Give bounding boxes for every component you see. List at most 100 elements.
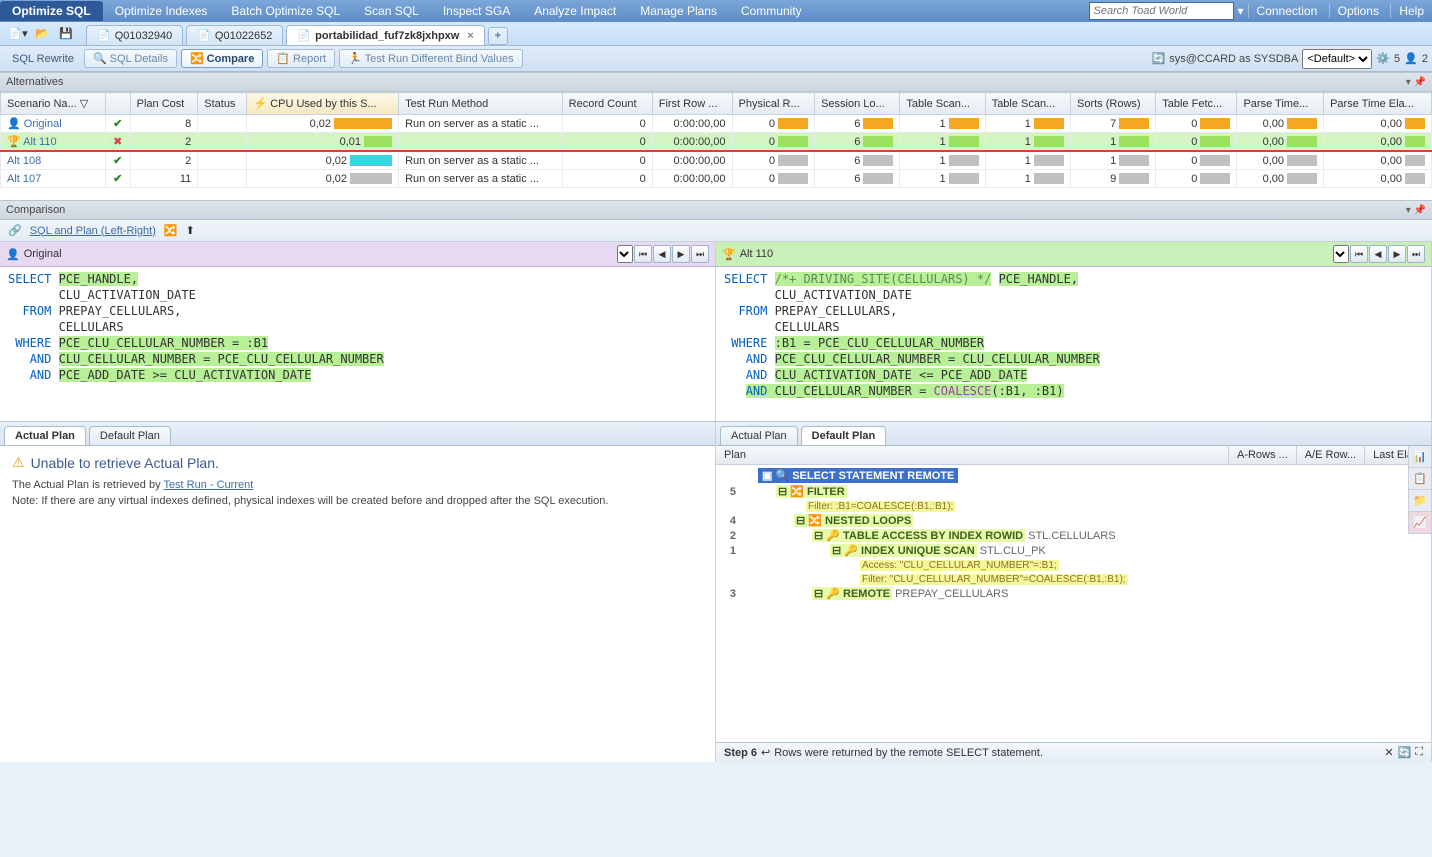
last-icon[interactable]: ⏭	[691, 245, 709, 263]
sql-right-pane: 🏆 Alt 110 ⏮ ◀ ▶ ⏭ SELECT /*+ DRIVING_SIT…	[716, 242, 1432, 421]
left-dropdown[interactable]	[617, 245, 633, 263]
plan-tree-node[interactable]: 5⊟ 🔀 FILTER	[718, 484, 1429, 499]
close-icon[interactable]: ×	[467, 30, 473, 42]
plan-tree-node[interactable]: ▣ 🔍 SELECT STATEMENT REMOTE	[718, 467, 1429, 484]
expand-icon[interactable]: ⛶	[1415, 746, 1423, 759]
view-title: SQL Rewrite	[4, 53, 82, 65]
plan-status-bar: Step 6 ↩ Rows were returned by the remot…	[716, 742, 1431, 762]
plan-tree[interactable]: ▣ 🔍 SELECT STATEMENT REMOTE5⊟ 🔀 FILTERFi…	[716, 465, 1431, 603]
grid-col-header[interactable]: Parse Time...	[1237, 93, 1324, 115]
grid-col-header[interactable]: Parse Time Ela...	[1324, 93, 1432, 115]
grid-row[interactable]: Alt 107✔110,02 Run on server as a static…	[1, 170, 1432, 188]
link-options[interactable]: Options	[1329, 4, 1387, 18]
first-icon[interactable]: ⏮	[634, 245, 652, 263]
plan-tree-node[interactable]: 3⊟ 🔑 REMOTE PREPAY_CELLULARS	[718, 586, 1429, 601]
next-icon[interactable]: ▶	[672, 245, 690, 263]
plan-error-heading: ⚠Unable to retrieve Actual Plan.	[12, 454, 703, 471]
tab-icon: 📄	[297, 29, 311, 42]
plan-tree-node[interactable]: 2⊟ 🔑 TABLE ACCESS BY INDEX ROWID STL.CEL…	[718, 528, 1429, 543]
menu-manage-plans[interactable]: Manage Plans	[628, 1, 729, 21]
menu-inspect-sga[interactable]: Inspect SGA	[431, 1, 522, 21]
grid-col-header[interactable]: Test Run Method	[399, 93, 563, 115]
prev-icon[interactable]: ◀	[1369, 245, 1387, 263]
collapse-icon[interactable]: ▾ 📌	[1406, 77, 1426, 88]
open-icon[interactable]: 📂	[32, 24, 52, 44]
side-btn-3[interactable]: 📁	[1409, 490, 1431, 512]
save-icon[interactable]: 💾	[56, 24, 76, 44]
next-icon[interactable]: ▶	[1388, 245, 1406, 263]
grid-col-header[interactable]: Status	[198, 93, 247, 115]
btn-report[interactable]: 📋Report	[267, 49, 335, 68]
plan-tree-node[interactable]: 1⊟ 🔑 INDEX UNIQUE SCAN STL.CLU_PK	[718, 543, 1429, 558]
right-dropdown[interactable]	[1333, 245, 1349, 263]
tab-actual-plan-left[interactable]: Actual Plan	[4, 426, 86, 445]
new-tab-button[interactable]: +	[488, 27, 508, 45]
test-run-link[interactable]: Test Run - Current	[163, 479, 253, 491]
comparison-toolbar: 🔗 SQL and Plan (Left-Right) 🔀 ⬆	[0, 220, 1432, 242]
swap-icon[interactable]: 🔀	[164, 224, 178, 237]
menu-analyze-impact[interactable]: Analyze Impact	[522, 1, 628, 21]
grid-col-header[interactable]: Physical R...	[732, 93, 815, 115]
btn-compare[interactable]: 🔀Compare	[181, 49, 263, 68]
profile-dropdown[interactable]: <Default>	[1302, 49, 1372, 69]
grid-col-header[interactable]: Table Scan...	[985, 93, 1070, 115]
stat-icon-2: 👤	[1404, 52, 1418, 65]
grid-row[interactable]: Alt 108✔20,02 Run on server as a static …	[1, 151, 1432, 170]
last-icon[interactable]: ⏭	[1407, 245, 1425, 263]
new-icon[interactable]: 📄▾	[8, 24, 28, 44]
plan-side-buttons: 📊 📋 📁 📈	[1408, 446, 1431, 534]
tab-default-plan-right[interactable]: Default Plan	[801, 426, 887, 445]
link-icon: 🔗	[8, 224, 22, 237]
side-btn-2[interactable]: 📋	[1409, 468, 1431, 490]
collapse-icon[interactable]: ▾ 📌	[1406, 205, 1426, 216]
menu-optimize-sql[interactable]: Optimize SQL	[0, 1, 103, 21]
prev-icon[interactable]: ◀	[653, 245, 671, 263]
stat-icon-1: ⚙️	[1376, 52, 1390, 65]
link-help[interactable]: Help	[1390, 4, 1432, 18]
plan-error-text2: Note: If there are any virtual indexes d…	[12, 495, 703, 507]
first-icon[interactable]: ⏮	[1350, 245, 1368, 263]
grid-col-header[interactable]: Sorts (Rows)	[1070, 93, 1155, 115]
side-btn-1[interactable]: 📊	[1409, 446, 1431, 468]
grid-col-header[interactable]: Record Count	[562, 93, 652, 115]
alternatives-grid: Scenario Na... ▽ Plan CostStatus⚡ CPU Use…	[0, 92, 1432, 200]
grid-col-header[interactable]: Session Lo...	[815, 93, 900, 115]
close-icon[interactable]: ✕	[1384, 746, 1393, 759]
refresh-icon[interactable]: 🔄	[1398, 746, 1412, 759]
grid-col-header[interactable]: Table Scan...	[900, 93, 985, 115]
search-input[interactable]	[1089, 2, 1234, 20]
trophy-icon: 🏆	[722, 248, 736, 261]
up-icon[interactable]: ⬆	[186, 224, 195, 237]
file-toolbar: 📄▾ 📂 💾 📄Q01032940 📄Q01022652 📄portabilid…	[0, 22, 1432, 46]
grid-col-header[interactable]: Scenario Na... ▽	[1, 93, 106, 115]
layout-link[interactable]: SQL and Plan (Left-Right)	[30, 225, 156, 237]
btn-test-run[interactable]: 🏃Test Run Different Bind Values	[339, 49, 523, 68]
sql-left-code[interactable]: SELECT PCE_HANDLE, CLU_ACTIVATION_DATE F…	[0, 267, 715, 421]
grid-col-header[interactable]: Plan Cost	[130, 93, 198, 115]
tab-actual-plan-right[interactable]: Actual Plan	[720, 426, 798, 445]
grid-row[interactable]: 👤 Original✔80,02 Run on server as a stat…	[1, 115, 1432, 133]
grid-row[interactable]: 🏆 Alt 110✖20,01 00:00:00,000 6 1 1 1 0 0…	[1, 133, 1432, 152]
grid-col-header[interactable]: Table Fetc...	[1156, 93, 1237, 115]
btn-sql-details[interactable]: 🔍SQL Details	[84, 49, 177, 68]
file-tab-1[interactable]: 📄Q01032940	[86, 25, 183, 45]
connection-status: sys@CCARD as SYSDBA	[1169, 53, 1298, 65]
plan-error-text1: The Actual Plan is retrieved by Test Run…	[12, 479, 703, 491]
menu-batch-optimize[interactable]: Batch Optimize SQL	[219, 1, 352, 21]
menu-optimize-indexes[interactable]: Optimize Indexes	[103, 1, 220, 21]
link-connection[interactable]: Connection	[1248, 4, 1326, 18]
menu-community[interactable]: Community	[729, 1, 814, 21]
grid-col-header[interactable]	[105, 93, 130, 115]
grid-col-header[interactable]: First Row ...	[652, 93, 732, 115]
file-tab-3[interactable]: 📄portabilidad_fuf7zk8jxhpxw×	[286, 25, 484, 45]
sql-right-code[interactable]: SELECT /*+ DRIVING_SITE(CELLULARS) */ PC…	[716, 267, 1431, 421]
plan-tree-node[interactable]: 4⊟ 🔀 NESTED LOOPS	[718, 513, 1429, 528]
file-tab-2[interactable]: 📄Q01022652	[186, 25, 283, 45]
side-btn-4[interactable]: 📈	[1409, 512, 1431, 534]
main-menu-bar: Optimize SQL Optimize Indexes Batch Opti…	[0, 0, 1432, 22]
tab-default-plan-left[interactable]: Default Plan	[89, 426, 171, 445]
plan-left-pane: Actual Plan Default Plan ⚠Unable to retr…	[0, 422, 716, 762]
warning-icon: ⚠	[12, 454, 25, 471]
menu-scan-sql[interactable]: Scan SQL	[352, 1, 431, 21]
grid-col-header[interactable]: ⚡ CPU Used by this S...	[247, 93, 399, 115]
